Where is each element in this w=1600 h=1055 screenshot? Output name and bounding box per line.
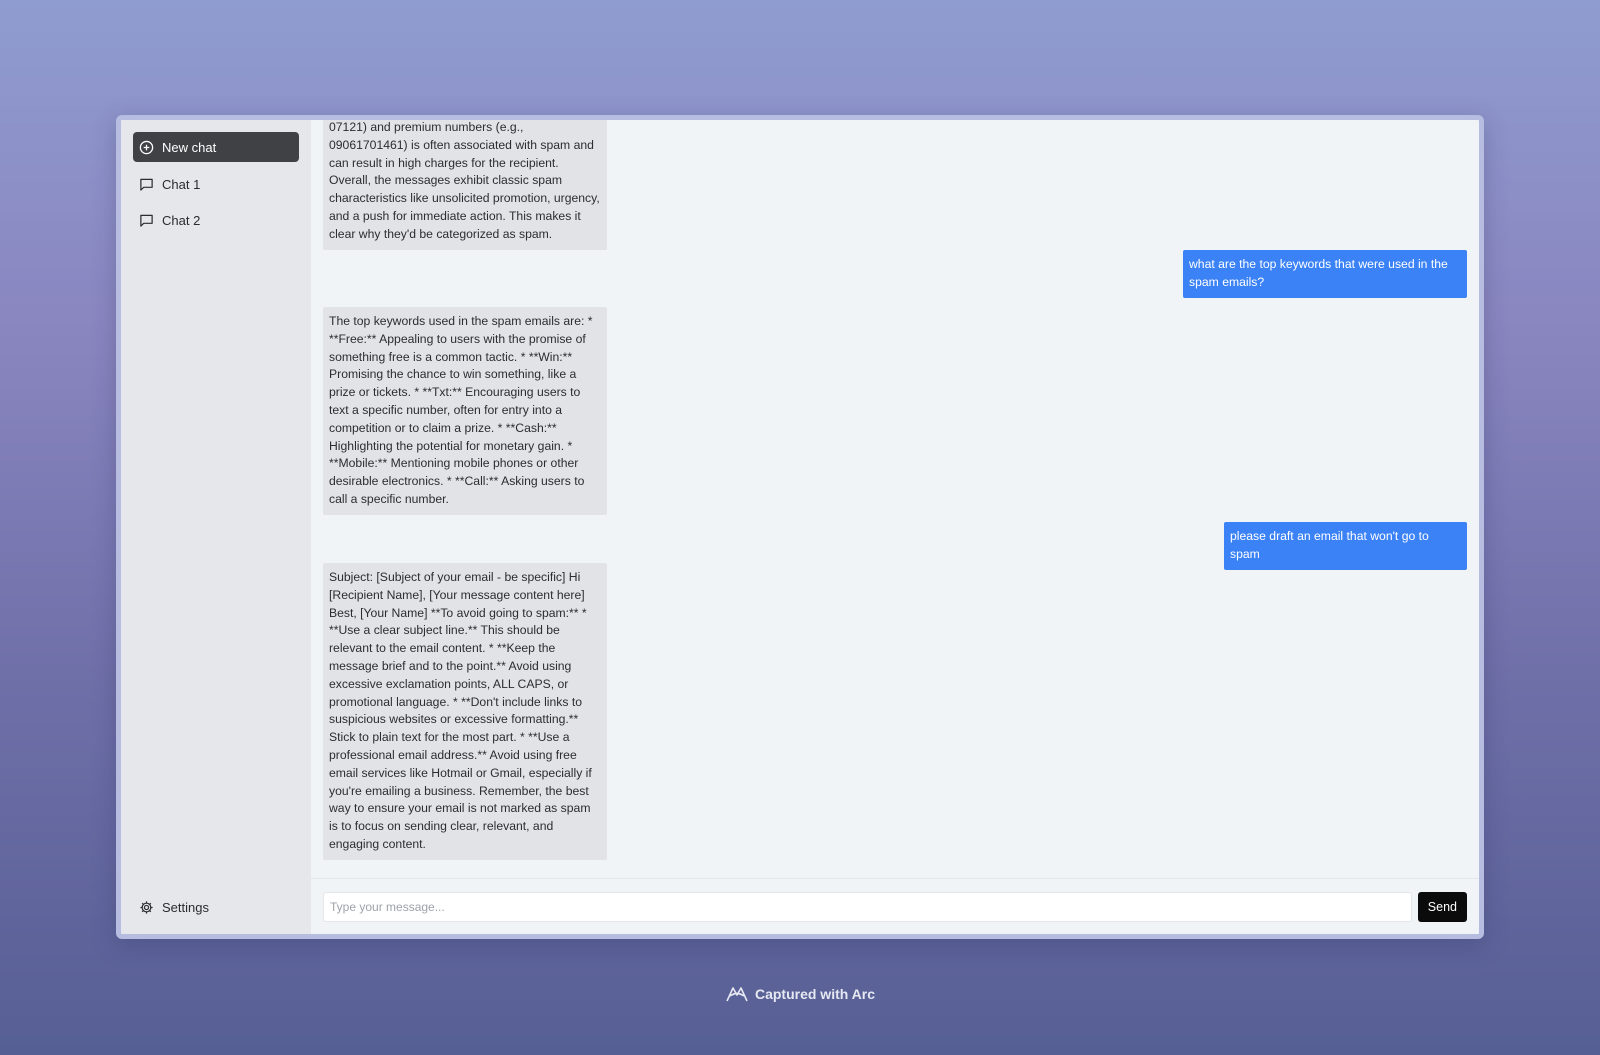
message-square-icon — [140, 214, 153, 227]
sidebar-item-chat-1[interactable]: Chat 1 — [133, 170, 299, 198]
bot-message: 07121) and premium numbers (e.g., 090617… — [323, 120, 607, 250]
sidebar-item-label: Chat 1 — [162, 176, 201, 192]
bot-message: Subject: [Subject of your email - be spe… — [323, 563, 607, 860]
user-message: please draft an email that won't go to s… — [1224, 522, 1467, 570]
sidebar-item-chat-2[interactable]: Chat 2 — [133, 206, 299, 234]
footer-label: Captured with Arc — [754, 986, 876, 1002]
capture-footer: Captured with Arc — [0, 984, 1600, 1004]
sidebar-item-label: Chat 2 — [162, 212, 201, 228]
sidebar: New chat Chat 1 Chat 2 Settings — [121, 120, 311, 934]
send-button[interactable]: Send — [1417, 891, 1467, 922]
message-list[interactable]: 07121) and premium numbers (e.g., 090617… — [311, 120, 1479, 878]
gear-icon — [140, 900, 153, 914]
user-message: what are the top keywords that were used… — [1183, 250, 1467, 298]
new-chat-button[interactable]: New chat — [133, 132, 299, 162]
composer: Send — [311, 878, 1479, 934]
new-chat-label: New chat — [162, 139, 217, 155]
settings-label: Settings — [162, 899, 209, 915]
settings-button[interactable]: Settings — [133, 894, 215, 920]
plus-circle-icon — [139, 140, 154, 154]
arc-logo-icon — [726, 987, 748, 1002]
message-input[interactable] — [323, 891, 1412, 922]
message-square-icon — [140, 178, 153, 191]
chat-main: 07121) and premium numbers (e.g., 090617… — [311, 120, 1479, 934]
app-window: New chat Chat 1 Chat 2 Settings 07121) a… — [116, 115, 1484, 939]
bot-message: The top keywords used in the spam emails… — [323, 307, 607, 515]
